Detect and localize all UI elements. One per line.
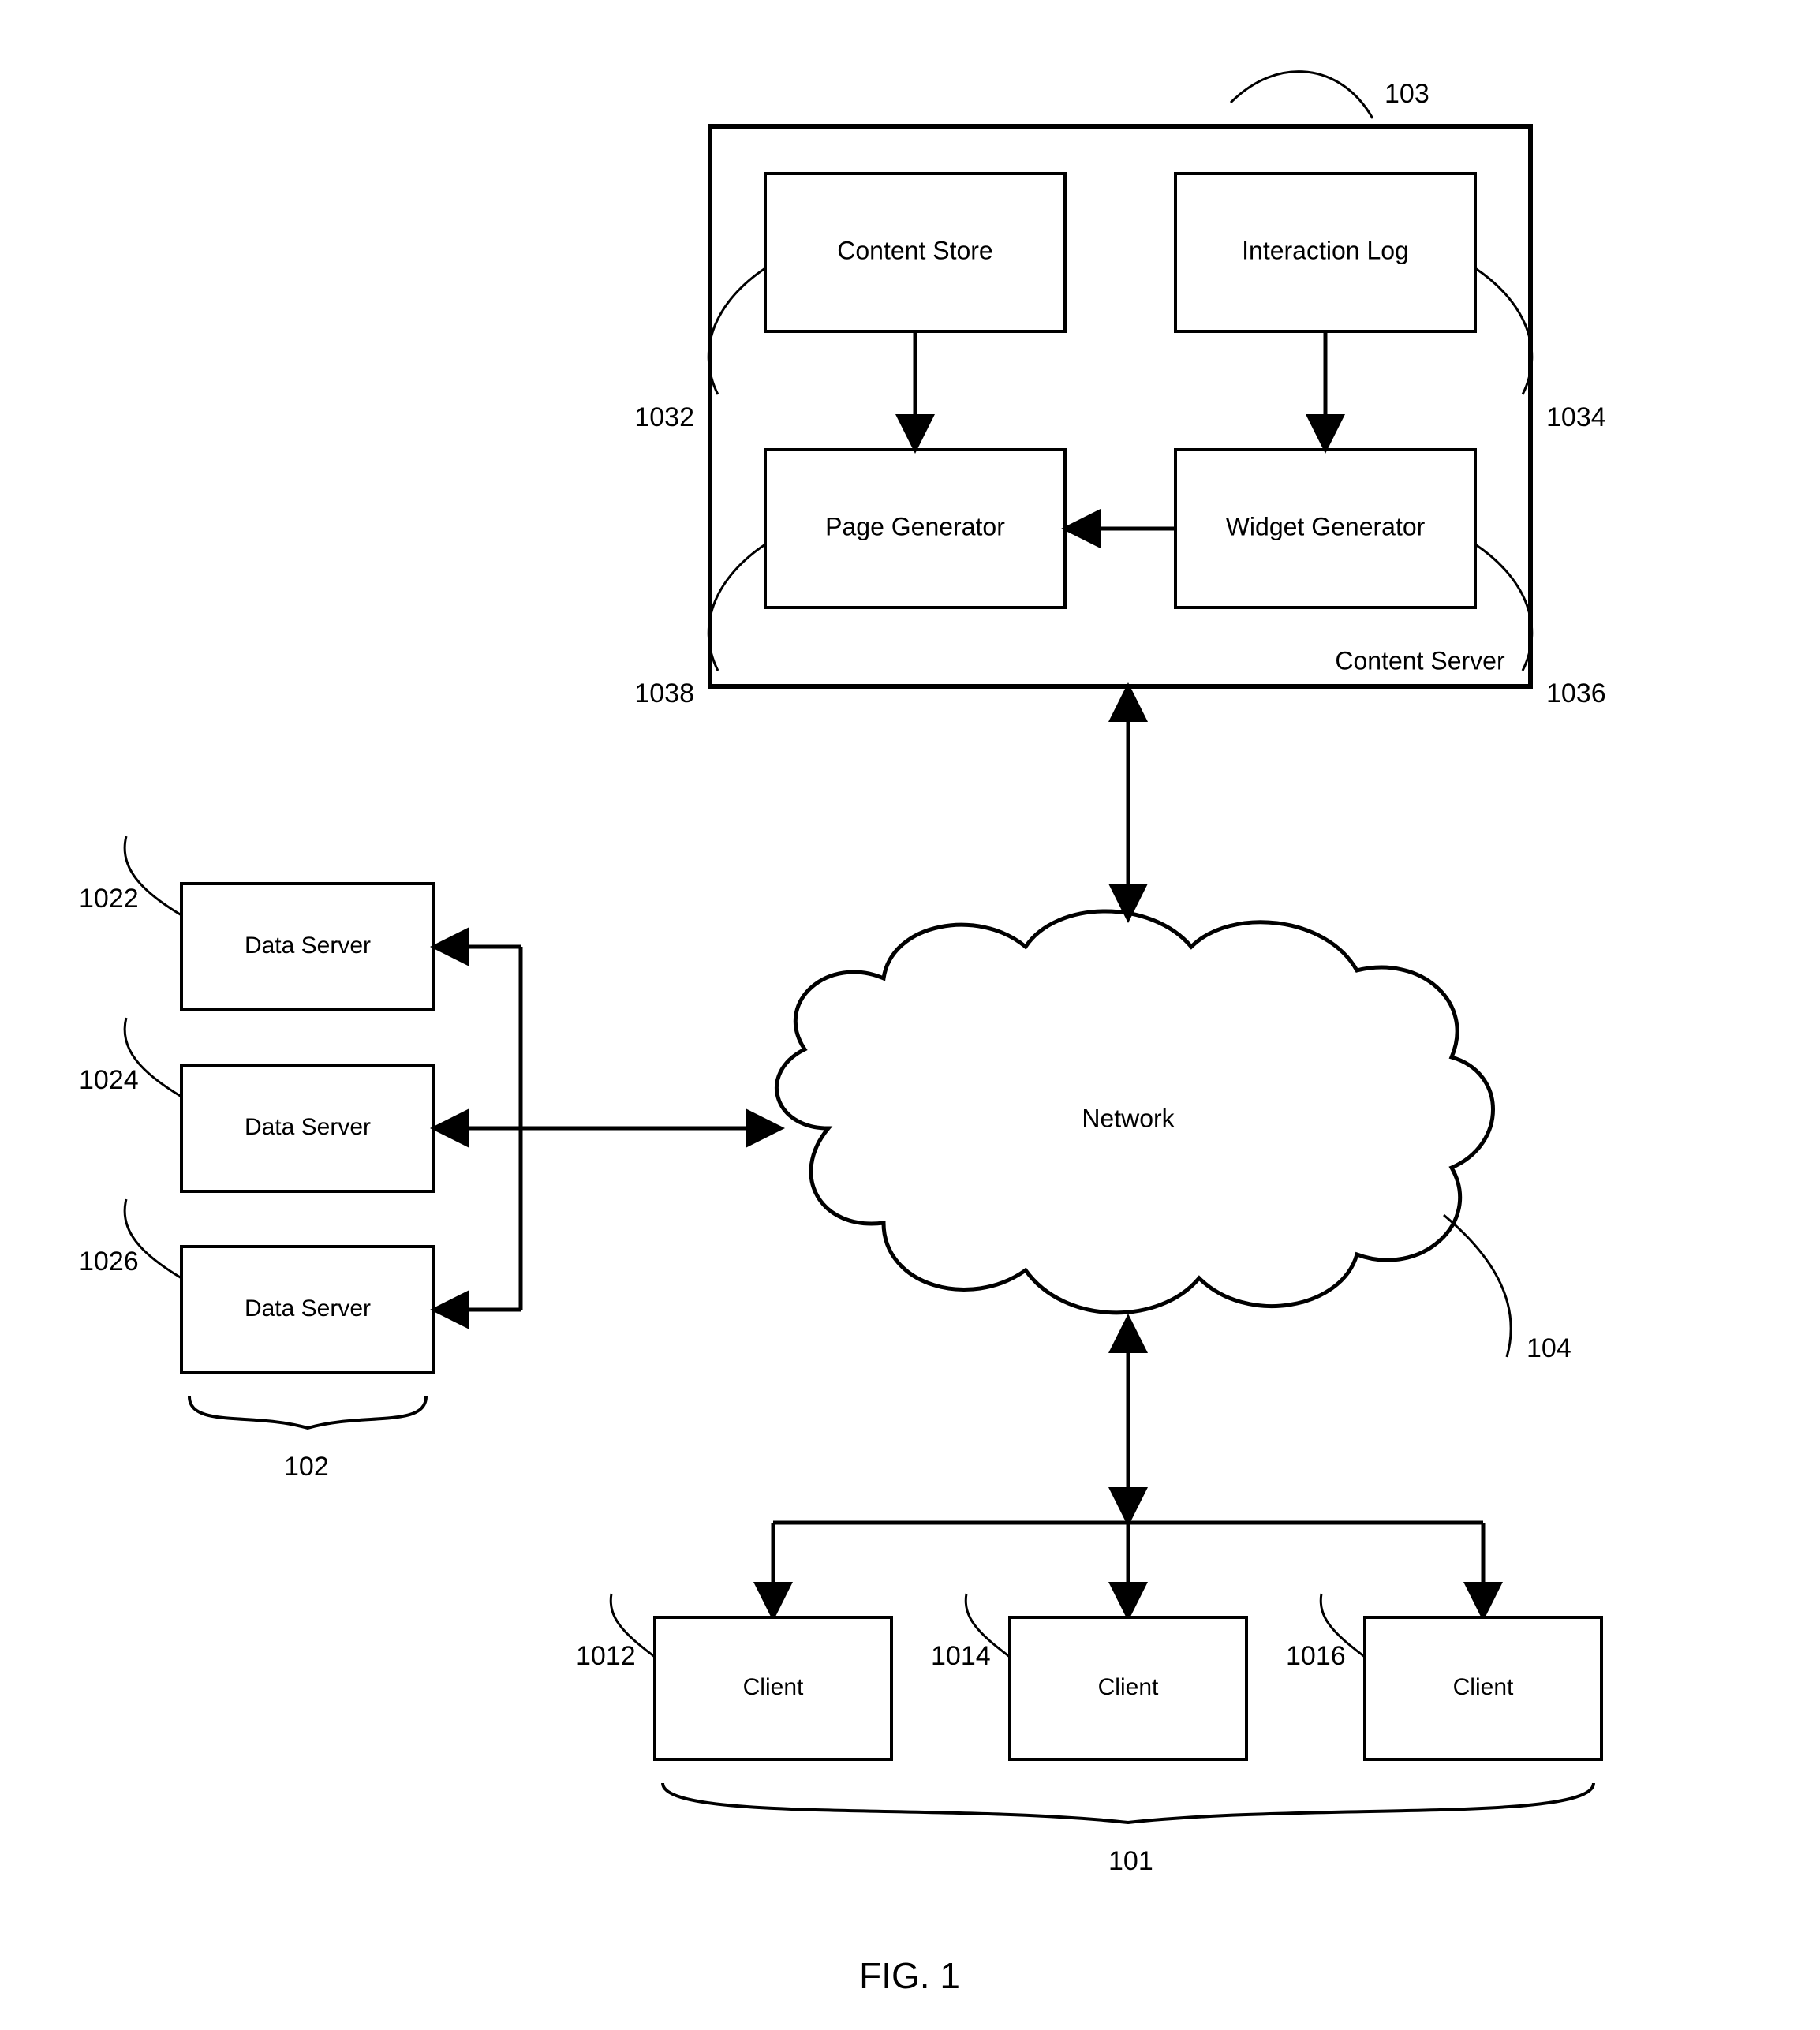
ref-1014: 1014	[931, 1641, 991, 1671]
svg-text:Data Server: Data Server	[245, 1114, 371, 1140]
ref-104: 104	[1527, 1333, 1571, 1363]
data-server-1: Data Server	[181, 884, 434, 1010]
client-3: Client	[1365, 1617, 1601, 1759]
ref-1012: 1012	[576, 1641, 636, 1671]
svg-text:Client: Client	[743, 1674, 804, 1700]
client-2: Client	[1010, 1617, 1246, 1759]
clients-group: Client 1012 Client 1014 Client 1016 101	[576, 1318, 1601, 1876]
interaction-log-box: Interaction Log	[1175, 174, 1475, 331]
ref-1032: 1032	[634, 402, 694, 432]
ref-1038: 1038	[634, 679, 694, 708]
content-store-box: Content Store	[765, 174, 1065, 331]
ref-102: 102	[284, 1452, 329, 1482]
ref-1016: 1016	[1286, 1641, 1346, 1671]
ref-1034: 1034	[1546, 402, 1606, 432]
svg-text:Client: Client	[1098, 1674, 1159, 1700]
page-generator-label: Page Generator	[825, 512, 1005, 540]
ref-1026: 1026	[79, 1247, 139, 1277]
figure-label: FIG. 1	[859, 1955, 960, 1996]
network-label: Network	[1082, 1104, 1175, 1132]
svg-text:Data Server: Data Server	[245, 1295, 371, 1322]
page-generator-box: Page Generator	[765, 450, 1065, 608]
network-cloud: Network	[776, 911, 1493, 1313]
data-servers-group: Data Server 1022 Data Server 1024 Data S…	[79, 836, 781, 1482]
content-server-container: Content Server 103 Content Store 1032 In…	[634, 72, 1605, 708]
content-store-label: Content Store	[837, 236, 992, 264]
ref-1036: 1036	[1546, 679, 1606, 708]
ref-1024: 1024	[79, 1065, 139, 1095]
data-server-2: Data Server	[181, 1065, 434, 1191]
client-1: Client	[655, 1617, 891, 1759]
ref-103: 103	[1385, 79, 1429, 109]
interaction-log-label: Interaction Log	[1242, 236, 1409, 264]
widget-generator-box: Widget Generator	[1175, 450, 1475, 608]
content-server-label: Content Server	[1335, 646, 1505, 675]
data-server-3: Data Server	[181, 1247, 434, 1373]
svg-text:Client: Client	[1453, 1674, 1514, 1700]
svg-text:Data Server: Data Server	[245, 933, 371, 959]
ref-1022: 1022	[79, 884, 139, 914]
widget-generator-label: Widget Generator	[1226, 512, 1426, 540]
ref-101: 101	[1108, 1846, 1153, 1876]
